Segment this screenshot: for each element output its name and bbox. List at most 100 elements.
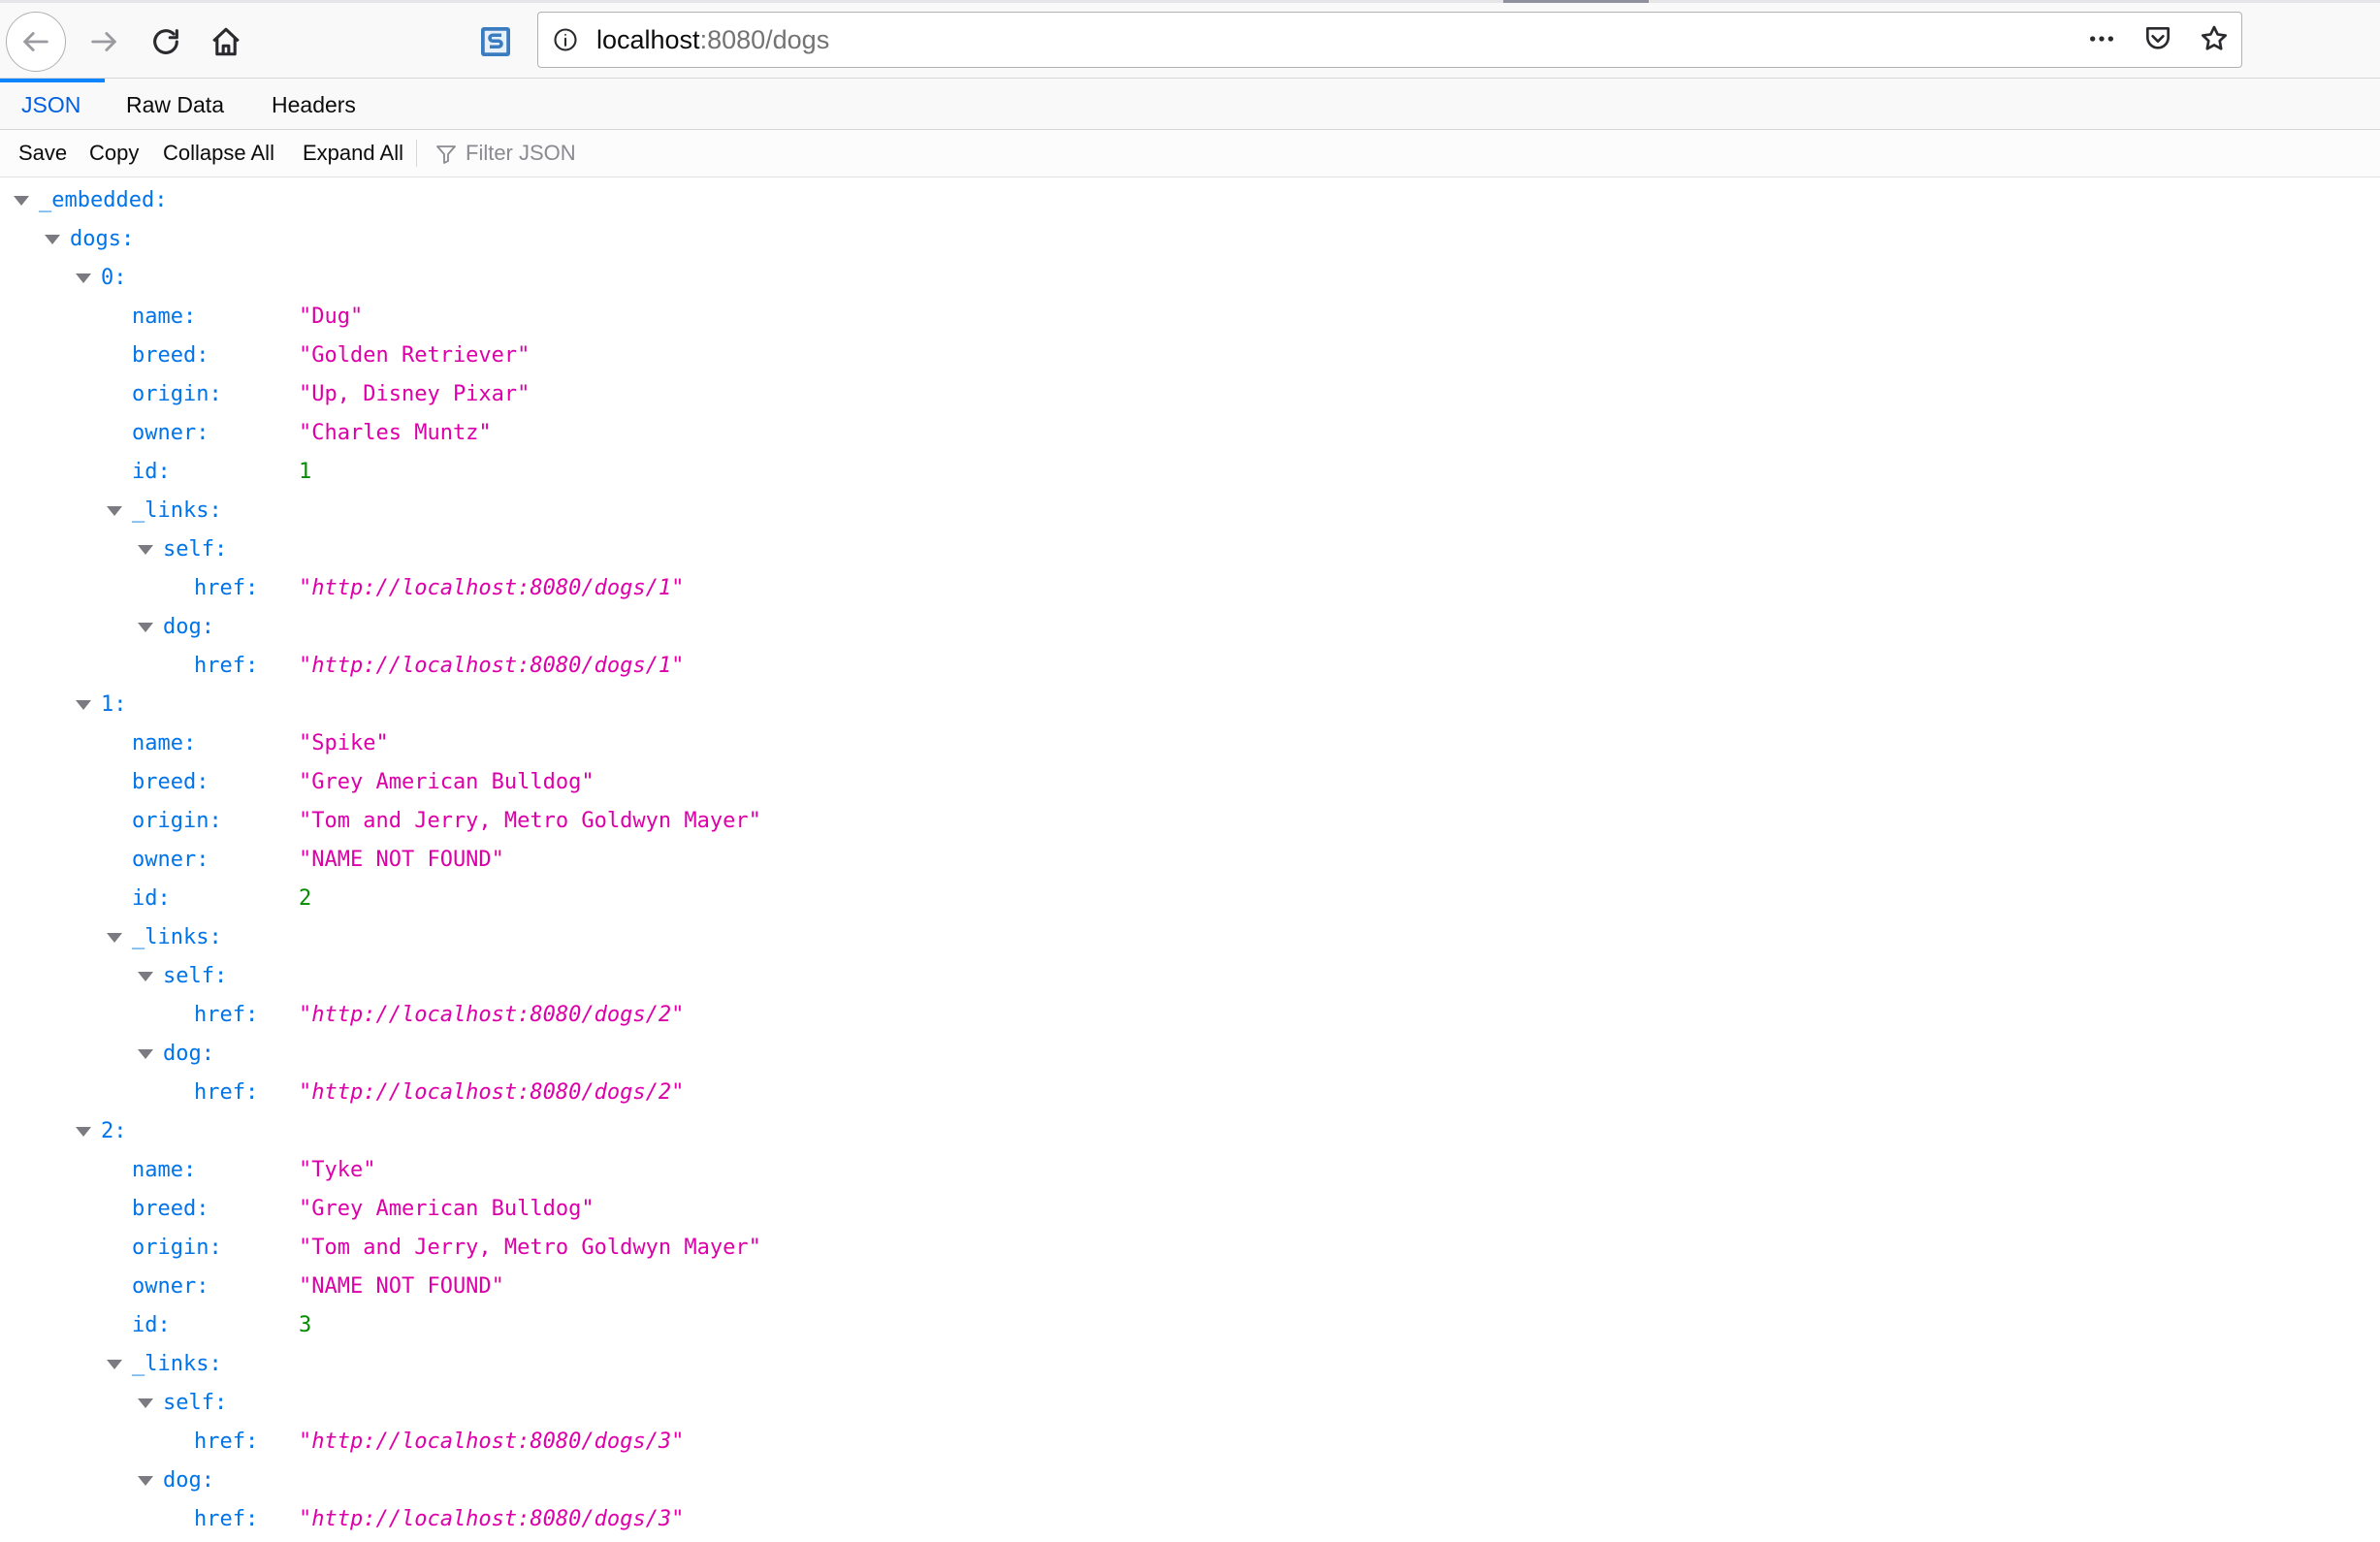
json-key: href:: [194, 1507, 259, 1531]
expand-twisty-icon[interactable]: [107, 933, 122, 943]
star-icon[interactable]: [2197, 21, 2232, 56]
json-key: id:: [132, 886, 171, 911]
tree-row-breed: breed: "Grey American Bulldog": [0, 1190, 2380, 1229]
tree-row-dog[interactable]: dog:: [0, 1462, 2380, 1500]
tree-row-dog-1[interactable]: 1:: [0, 686, 2380, 724]
expand-twisty-icon[interactable]: [138, 545, 153, 555]
tree-row-self-href: href: "http://localhost:8080/dogs/1": [0, 569, 2380, 608]
tree-row-breed: breed: "Grey American Bulldog": [0, 763, 2380, 802]
json-key: name:: [132, 731, 197, 755]
json-key: dog:: [163, 615, 214, 639]
tree-row-links[interactable]: _links:: [0, 492, 2380, 530]
json-key: origin:: [132, 809, 222, 833]
tree-row-origin: origin: "Up, Disney Pixar": [0, 375, 2380, 414]
tree-row-name: name: "Spike": [0, 724, 2380, 763]
json-value[interactable]: "http://localhost:8080/dogs/1": [299, 647, 684, 686]
tree-row-dog[interactable]: dog:: [0, 1035, 2380, 1074]
tree-row-dog[interactable]: dog:: [0, 608, 2380, 647]
json-key: href:: [194, 1003, 259, 1027]
expand-twisty-icon[interactable]: [107, 506, 122, 516]
tree-row-owner: owner: "NAME NOT FOUND": [0, 841, 2380, 880]
json-value[interactable]: "http://localhost:8080/dogs/3": [299, 1500, 684, 1539]
json-key: origin:: [132, 382, 222, 406]
json-value: 2: [299, 886, 312, 911]
json-key: self:: [163, 1391, 228, 1415]
home-button[interactable]: [204, 19, 248, 64]
back-button[interactable]: [6, 12, 66, 72]
tree-row-dogs[interactable]: dogs:: [0, 220, 2380, 259]
arrow-right-icon: [87, 25, 120, 58]
expand-twisty-icon[interactable]: [138, 972, 153, 981]
json-key: _links:: [132, 498, 222, 523]
json-key: dog:: [163, 1042, 214, 1066]
json-value[interactable]: "http://localhost:8080/dogs/3": [299, 1423, 684, 1462]
tree-row-self-href: href: "http://localhost:8080/dogs/3": [0, 1423, 2380, 1462]
json-key: origin:: [132, 1236, 222, 1260]
tree-row-self[interactable]: self:: [0, 1384, 2380, 1423]
json-key: 0:: [101, 266, 127, 290]
filter-input[interactable]: Filter JSON: [466, 130, 576, 177]
tab-raw-data[interactable]: Raw Data: [126, 79, 224, 129]
expand-twisty-icon[interactable]: [14, 196, 29, 206]
tab-headers[interactable]: Headers: [272, 79, 356, 129]
tree-row-links[interactable]: _links:: [0, 1345, 2380, 1384]
tree-row-origin: origin: "Tom and Jerry, Metro Goldwyn May…: [0, 1229, 2380, 1268]
expand-twisty-icon[interactable]: [76, 700, 91, 710]
tree-row-self-href: href: "http://localhost:8080/dogs/2": [0, 996, 2380, 1035]
s-extension-icon: [478, 24, 513, 59]
tab-strip-edge: [0, 0, 2380, 3]
json-key: breed:: [132, 343, 209, 368]
tree-row-dog-2[interactable]: 2:: [0, 1112, 2380, 1151]
extension-button[interactable]: [473, 19, 518, 64]
collapse-all-button[interactable]: Collapse All: [163, 130, 274, 177]
json-value: "Tom and Jerry, Metro Goldwyn Mayer": [299, 809, 761, 833]
info-icon[interactable]: [550, 24, 581, 55]
json-key: 1:: [101, 692, 127, 717]
tab-json[interactable]: JSON: [21, 79, 80, 129]
forward-button[interactable]: [81, 19, 126, 64]
json-value: "Golden Retriever": [299, 343, 531, 368]
url-bar[interactable]: localhost:8080/dogs: [537, 12, 2242, 68]
json-key: _links:: [132, 1352, 222, 1376]
json-value: "Grey American Bulldog": [299, 770, 595, 794]
url-actions: [2084, 21, 2232, 56]
reload-button[interactable]: [144, 19, 188, 64]
json-key: id:: [132, 460, 171, 484]
json-key: href:: [194, 1430, 259, 1454]
expand-twisty-icon[interactable]: [138, 623, 153, 632]
json-value[interactable]: "http://localhost:8080/dogs/2": [299, 1074, 684, 1112]
expand-twisty-icon[interactable]: [138, 1398, 153, 1408]
json-key: dogs:: [70, 227, 135, 251]
save-button[interactable]: Save: [18, 130, 67, 177]
url-text[interactable]: localhost:8080/dogs: [596, 25, 829, 54]
json-value: "Dug": [299, 305, 364, 329]
json-value[interactable]: "http://localhost:8080/dogs/2": [299, 996, 684, 1035]
expand-twisty-icon[interactable]: [76, 273, 91, 283]
tab-strip-active-segment: [1503, 0, 1649, 3]
json-key: owner:: [132, 848, 209, 872]
json-value: "Up, Disney Pixar": [299, 382, 531, 406]
json-value: 3: [299, 1313, 312, 1337]
tree-row-links[interactable]: _links:: [0, 918, 2380, 957]
expand-twisty-icon[interactable]: [76, 1127, 91, 1137]
more-dots-icon[interactable]: [2084, 21, 2119, 56]
tree-row-dog-href: href: "http://localhost:8080/dogs/1": [0, 647, 2380, 686]
expand-twisty-icon[interactable]: [107, 1360, 122, 1369]
copy-button[interactable]: Copy: [89, 130, 139, 177]
expand-twisty-icon[interactable]: [45, 235, 60, 244]
tree-row-embedded[interactable]: _embedded:: [0, 181, 2380, 220]
tree-row-self[interactable]: self:: [0, 530, 2380, 569]
tree-row-self[interactable]: self:: [0, 957, 2380, 996]
json-value[interactable]: "http://localhost:8080/dogs/1": [299, 569, 684, 608]
filter-icon: [434, 143, 458, 166]
viewer-actionbar: Save Copy Collapse All Expand All Filter…: [0, 130, 2380, 177]
tree-row-owner: owner: "NAME NOT FOUND": [0, 1268, 2380, 1306]
arrow-left-icon: [19, 25, 52, 58]
expand-twisty-icon[interactable]: [138, 1476, 153, 1486]
tree-row-id: id: 1: [0, 453, 2380, 492]
expand-twisty-icon[interactable]: [138, 1049, 153, 1059]
tree-row-dog-0[interactable]: 0:: [0, 259, 2380, 298]
json-key: _links:: [132, 925, 222, 949]
pocket-icon[interactable]: [2140, 21, 2175, 56]
expand-all-button[interactable]: Expand All: [303, 130, 403, 177]
